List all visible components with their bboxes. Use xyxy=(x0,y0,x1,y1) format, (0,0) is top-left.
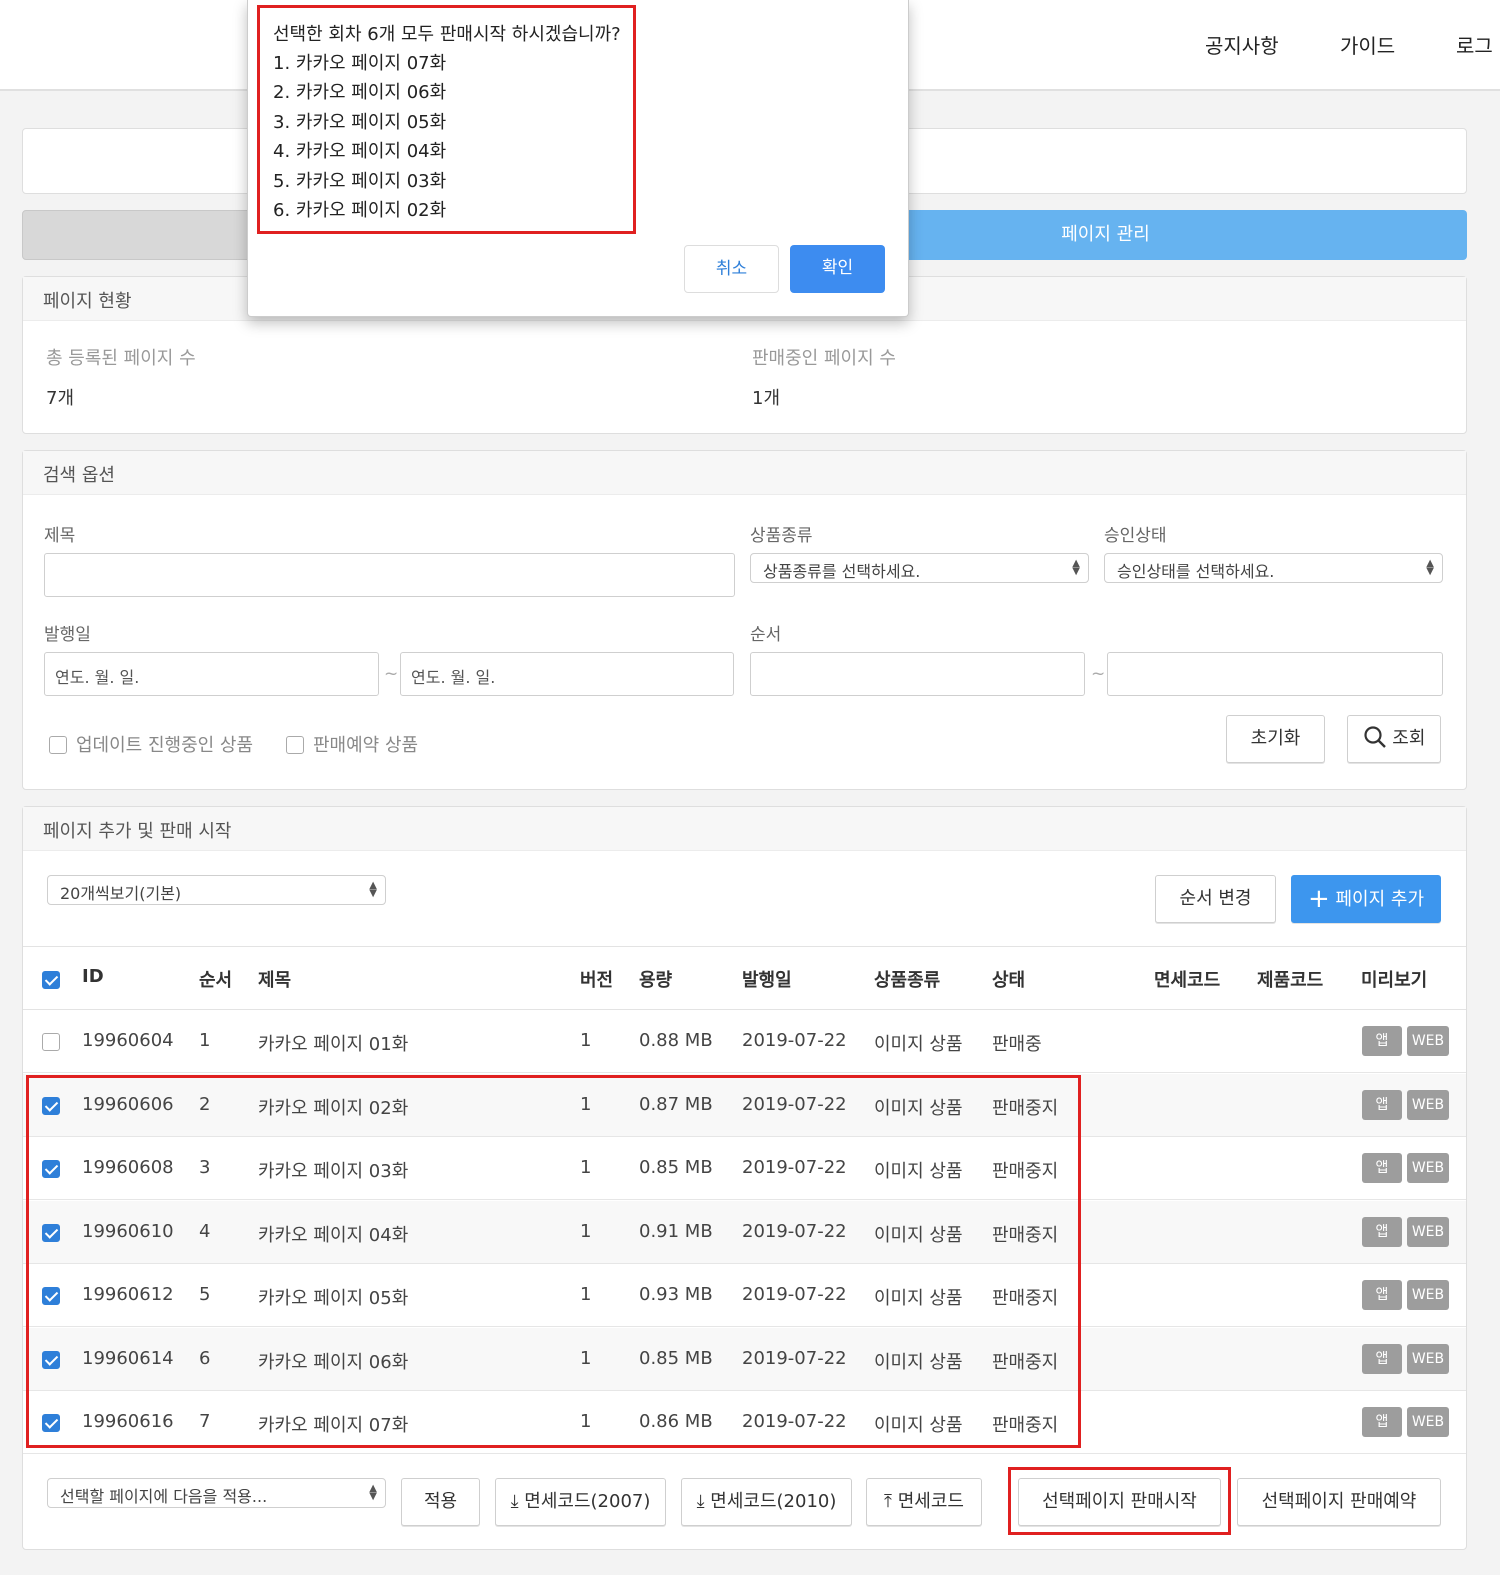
cell-type: 이미지 상품 xyxy=(874,1034,963,1055)
col-order[interactable]: 순서 xyxy=(199,966,232,992)
nav-notice[interactable]: 공지사항 xyxy=(1205,30,1279,59)
total-pages-value: 7개 xyxy=(46,388,75,409)
cell-version: 1 xyxy=(580,1030,592,1051)
plus-icon: + xyxy=(1307,884,1330,914)
search-options-title: 검색 옵션 xyxy=(23,451,1466,495)
download-tax-code-2010-button[interactable]: ⤓ 면세코드(2010) xyxy=(681,1478,852,1526)
cell-status: 판매중 xyxy=(992,1034,1042,1055)
page-size-select[interactable]: 20개씩보기(기본) ▲ ▼ xyxy=(47,875,386,905)
col-version[interactable]: 버전 xyxy=(580,966,613,992)
order-from-input[interactable] xyxy=(750,652,1085,696)
dialog-message-highlight xyxy=(257,5,636,234)
selling-pages-value: 1개 xyxy=(752,388,781,409)
page-size-value: 20개씩보기(기본) xyxy=(60,884,182,903)
dialog-cancel-button[interactable]: 취소 xyxy=(684,245,779,293)
reserve-sale-label: 판매예약 상품 xyxy=(313,735,419,756)
approval-value: 승인상태를 선택하세요. xyxy=(1117,562,1275,581)
download-2010-label: 면세코드(2010) xyxy=(710,1491,837,1512)
download-tax-code-2007-button[interactable]: ⤓ 면세코드(2007) xyxy=(495,1478,666,1526)
date-from-input[interactable]: 연도. 월. 일. xyxy=(44,652,379,696)
preview-app-button[interactable]: 앱 xyxy=(1362,1407,1402,1437)
dialog-confirm-button[interactable]: 확인 xyxy=(790,245,885,293)
nav-guide[interactable]: 가이드 xyxy=(1340,30,1395,59)
date-range-tilde: ~ xyxy=(384,664,399,684)
download-icon: ⤓ xyxy=(510,1491,519,1512)
row-checkbox[interactable] xyxy=(42,1033,60,1051)
col-title[interactable]: 제목 xyxy=(258,966,291,992)
preview-web-button[interactable]: WEB xyxy=(1407,1343,1449,1374)
reset-button[interactable]: 초기화 xyxy=(1226,715,1325,763)
reorder-button[interactable]: 순서 변경 xyxy=(1155,875,1276,923)
upload-icon: ⤒ xyxy=(884,1491,892,1512)
col-preview: 미리보기 xyxy=(1361,970,1428,991)
col-date[interactable]: 발행일 xyxy=(742,966,792,992)
select-arrows-icon: ▲ ▼ xyxy=(1426,558,1434,577)
preview-app-button[interactable]: 앱 xyxy=(1362,1280,1402,1310)
upload-label: 면세코드 xyxy=(897,1491,964,1512)
select-arrows-icon: ▲ ▼ xyxy=(369,1483,377,1502)
preview-web-button[interactable]: WEB xyxy=(1407,1089,1449,1120)
download-2007-label: 면세코드(2007) xyxy=(524,1491,651,1512)
preview-web-button[interactable]: WEB xyxy=(1407,1407,1449,1437)
order-to-input[interactable] xyxy=(1107,652,1443,696)
col-product-type[interactable]: 상품종류 xyxy=(874,966,940,992)
confirm-dialog: 선택한 회차 6개 모두 판매시작 하시겠습니까? 1. 카카오 페이지 07화… xyxy=(247,0,909,317)
update-in-progress-label: 업데이트 진행중인 상품 xyxy=(76,735,254,756)
col-size[interactable]: 용량 xyxy=(639,966,672,992)
preview-web-button[interactable]: WEB xyxy=(1407,1216,1449,1247)
select-arrows-icon: ▲ ▼ xyxy=(1072,558,1080,577)
download-icon: ⤓ xyxy=(696,1491,705,1512)
search-button[interactable]: 조회 xyxy=(1347,715,1441,763)
order-label: 순서 xyxy=(750,625,782,645)
preview-app-button[interactable]: 앱 xyxy=(1362,1153,1402,1183)
selling-pages-label: 판매중인 페이지 수 xyxy=(752,348,896,369)
cell-date: 2019-07-22 xyxy=(742,1030,847,1051)
reserve-sale-checkbox[interactable] xyxy=(286,736,304,754)
title-label: 제목 xyxy=(44,526,76,546)
nav-login[interactable]: 로그 xyxy=(1456,30,1493,59)
preview-app-button[interactable]: 앱 xyxy=(1362,1026,1402,1056)
upload-tax-code-button[interactable]: ⤒ 면세코드 xyxy=(866,1478,982,1526)
page-list-title: 페이지 추가 및 판매 시작 xyxy=(23,807,1466,851)
col-product-code[interactable]: 제품코드 xyxy=(1257,966,1323,992)
approval-select[interactable]: 승인상태를 선택하세요. ▲ ▼ xyxy=(1104,553,1443,583)
col-tax-code[interactable]: 면세코드 xyxy=(1154,966,1220,992)
product-type-select[interactable]: 상품종류를 선택하세요. ▲ ▼ xyxy=(750,553,1089,583)
product-type-label: 상품종류 xyxy=(750,526,813,546)
select-all-checkbox[interactable] xyxy=(42,971,60,989)
total-pages-label: 총 등록된 페이지 수 xyxy=(46,348,196,369)
date-label: 발행일 xyxy=(44,625,91,645)
apply-button[interactable]: 적용 xyxy=(401,1478,480,1526)
preview-web-button[interactable]: WEB xyxy=(1407,1026,1449,1056)
preview-app-button[interactable]: 앱 xyxy=(1362,1216,1402,1247)
update-in-progress-checkbox[interactable] xyxy=(49,736,67,754)
select-arrows-icon: ▲ ▼ xyxy=(369,880,377,899)
approval-label: 승인상태 xyxy=(1104,526,1167,546)
cell-id: 19960604 xyxy=(82,1030,174,1051)
preview-web-button[interactable]: WEB xyxy=(1407,1153,1449,1183)
cell-order: 1 xyxy=(199,1030,211,1051)
start-sale-highlight xyxy=(1008,1467,1231,1535)
bulk-action-value: 선택할 페이지에 다음을 적용... xyxy=(60,1487,268,1506)
preview-web-button[interactable]: WEB xyxy=(1407,1280,1449,1310)
add-page-button[interactable]: + 페이지 추가 xyxy=(1291,875,1441,923)
search-icon xyxy=(1363,726,1386,748)
order-range-tilde: ~ xyxy=(1091,664,1106,684)
table-row[interactable]: 19960604 1 카카오 페이지 01화 1 0.88 MB 2019-07-22 이미… xyxy=(23,1010,1466,1073)
bulk-action-select[interactable]: 선택할 페이지에 다음을 적용... ▲ ▼ xyxy=(47,1478,386,1508)
search-button-label: 조회 xyxy=(1392,728,1426,749)
preview-app-button[interactable]: 앱 xyxy=(1362,1343,1402,1374)
cell-title[interactable]: 카카오 페이지 01화 xyxy=(258,1030,408,1056)
date-to-input[interactable]: 연도. 월. 일. xyxy=(400,652,734,696)
selected-rows-highlight xyxy=(26,1075,1081,1448)
reserve-sale-selected-button[interactable]: 선택페이지 판매예약 xyxy=(1237,1478,1441,1526)
add-page-label: 페이지 추가 xyxy=(1335,889,1425,910)
product-type-value: 상품종류를 선택하세요. xyxy=(763,562,921,581)
col-id[interactable]: ID xyxy=(82,966,104,987)
title-input[interactable] xyxy=(44,553,735,597)
preview-app-button[interactable]: 앱 xyxy=(1362,1089,1402,1120)
col-status[interactable]: 상태 xyxy=(992,966,1025,992)
cell-size: 0.88 MB xyxy=(639,1030,713,1051)
